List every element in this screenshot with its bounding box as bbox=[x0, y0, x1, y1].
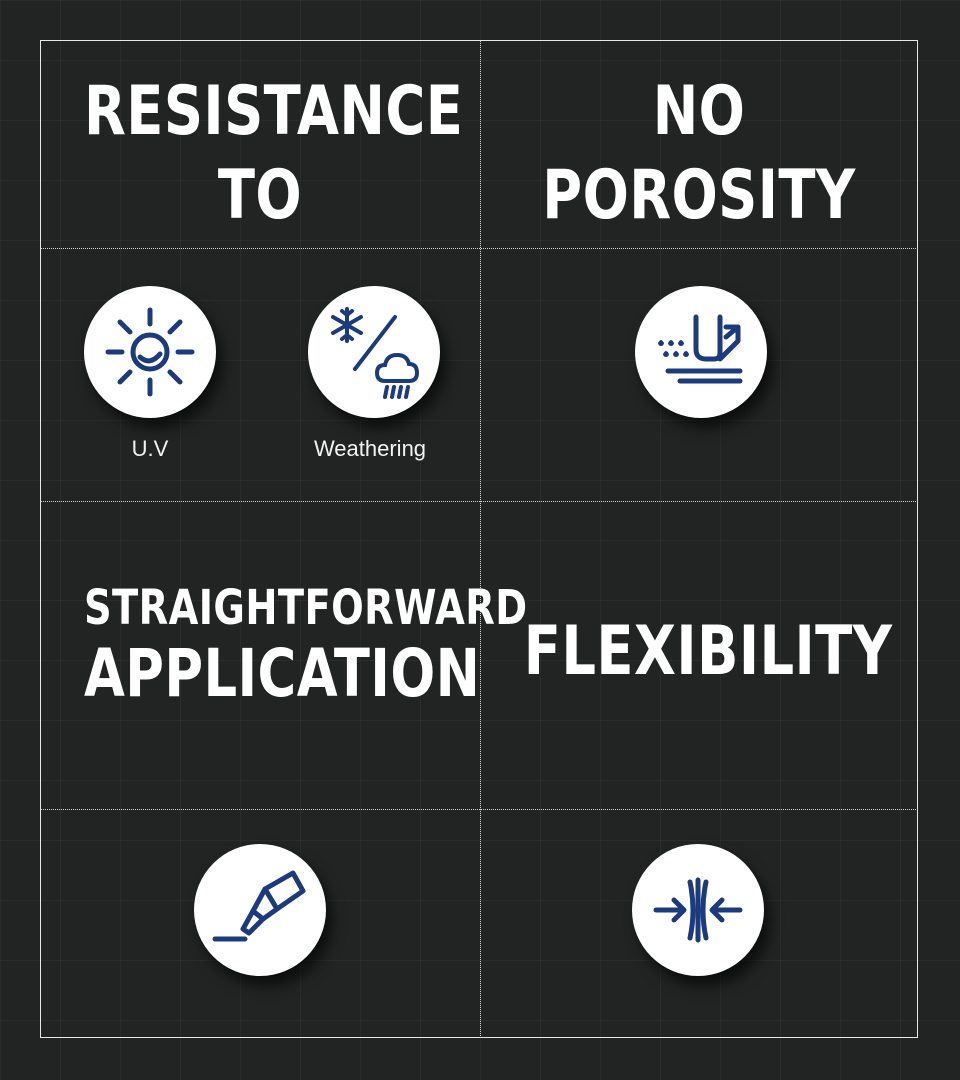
application-icon-badge bbox=[194, 844, 326, 976]
vertical-divider bbox=[480, 40, 481, 1038]
sealant-tube-icon bbox=[212, 870, 306, 942]
uv-label: U.V bbox=[131, 436, 169, 461]
water-repellent-surface-icon bbox=[658, 314, 743, 384]
resistance-heading-line2: TO bbox=[217, 156, 303, 235]
resistance-heading: RESISTANCE TO bbox=[84, 70, 464, 238]
flexibility-icon-badge bbox=[632, 844, 764, 976]
resistance-heading-line1: RESISTANCE bbox=[84, 72, 464, 151]
application-heading-line2: APPLICATION bbox=[84, 635, 481, 712]
flexibility-heading: FLEXIBILITY bbox=[523, 610, 893, 694]
horizontal-divider bbox=[40, 248, 918, 249]
snow-rain-weather-icon bbox=[331, 307, 420, 399]
application-heading-line1: STRAIGHTFORWARD bbox=[84, 580, 528, 636]
application-heading: STRAIGHTFORWARD APPLICATION bbox=[84, 580, 528, 712]
compression-arrows-icon bbox=[653, 877, 743, 943]
porosity-heading-line2: POROSITY bbox=[542, 156, 856, 235]
porosity-heading: NO POROSITY bbox=[524, 70, 874, 238]
horizontal-divider bbox=[40, 809, 918, 810]
horizontal-divider bbox=[40, 501, 918, 502]
porosity-icon-badge bbox=[635, 286, 767, 418]
porosity-heading-line1: NO bbox=[652, 72, 746, 151]
weathering-icon-badge bbox=[308, 286, 440, 418]
sun-uv-icon bbox=[105, 307, 195, 397]
flexibility-heading-text: FLEXIBILITY bbox=[523, 612, 893, 691]
weathering-label: Weathering bbox=[313, 436, 427, 461]
uv-icon-badge bbox=[84, 286, 216, 418]
